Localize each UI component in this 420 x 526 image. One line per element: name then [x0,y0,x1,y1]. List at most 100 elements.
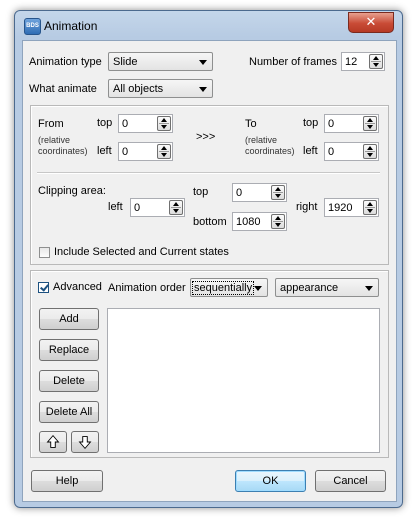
from-relative-label: (relative [38,135,71,145]
spin-buttons[interactable] [271,214,285,229]
help-button[interactable]: Help [31,470,103,492]
spin-up-icon[interactable] [173,202,179,206]
spin-buttons[interactable] [363,116,377,131]
from-coordinates-label: coordinates) [38,146,88,156]
advanced-panel: Advanced Animation order sequentially ap… [30,270,389,458]
spin-buttons[interactable] [157,144,171,159]
clip-right-label: right [296,201,318,213]
arrow-down-icon [78,436,92,450]
animation-type-select[interactable]: Slide [108,52,213,71]
replace-button[interactable]: Replace [39,339,99,361]
frames-value: 12 [345,56,358,68]
clip-right-value: 1920 [328,202,353,214]
clip-top-stepper[interactable]: 0 [232,183,287,202]
spin-down-icon[interactable] [161,153,167,157]
clip-top-label: top [193,186,209,198]
from-to-arrow-text: >>> [196,131,216,143]
spin-up-icon[interactable] [161,146,167,150]
clip-bottom-label: bottom [193,216,227,228]
move-down-button[interactable] [71,431,99,453]
chevron-down-icon [199,87,207,92]
to-top-value: 0 [328,118,335,130]
clip-right-stepper[interactable]: 1920 [324,198,379,217]
spin-down-icon[interactable] [275,223,281,227]
app-icon: BDS [24,18,41,35]
cancel-button[interactable]: Cancel [315,470,386,492]
spin-buttons[interactable] [363,144,377,159]
spin-buttons[interactable] [157,116,171,131]
include-states-checkbox[interactable] [39,247,50,258]
what-animate-label: What animate [29,83,97,95]
from-top-value: 0 [122,118,129,130]
delete-all-button[interactable]: Delete All [39,401,99,423]
spin-buttons[interactable] [169,200,183,215]
add-button[interactable]: Add [39,308,99,330]
advanced-label[interactable]: Advanced [53,281,102,293]
clip-bottom-stepper[interactable]: 1080 [232,212,287,231]
to-label: To [245,118,257,130]
clip-top-value: 0 [236,187,243,199]
to-relative-label: (relative [245,135,278,145]
spin-up-icon[interactable] [161,118,167,122]
spin-down-icon[interactable] [373,63,379,67]
clip-bottom-value: 1080 [236,216,261,228]
to-left-value: 0 [328,146,335,158]
move-up-button[interactable] [39,431,67,453]
animation-order-value: sequentially [191,281,255,295]
chevron-down-icon [365,286,373,291]
from-left-label: left [97,145,112,157]
from-left-stepper[interactable]: 0 [118,142,173,161]
spin-down-icon[interactable] [367,209,373,213]
animation-dialog: BDS Animation ✕ Animation type Slide Num… [14,10,403,508]
from-top-label: top [97,117,113,129]
to-top-label: top [303,117,319,129]
spin-down-icon[interactable] [367,153,373,157]
spin-down-icon[interactable] [367,125,373,129]
spin-buttons[interactable] [271,185,285,200]
close-button[interactable]: ✕ [348,12,394,33]
chevron-down-icon [254,286,262,291]
delete-button[interactable]: Delete [39,370,99,392]
spin-down-icon[interactable] [161,125,167,129]
spin-down-icon[interactable] [275,194,281,198]
animation-type-label: Animation type [29,56,102,68]
dialog-client-area: Animation type Slide Number of frames 12… [22,40,397,502]
spin-down-icon[interactable] [173,209,179,213]
from-left-value: 0 [122,146,129,158]
animation-list[interactable] [107,308,380,453]
appearance-select[interactable]: appearance [275,278,379,297]
clipping-area-label: Clipping area: [38,185,106,197]
clip-left-value: 0 [134,202,141,214]
frames-stepper[interactable]: 12 [341,52,385,71]
from-top-stepper[interactable]: 0 [118,114,173,133]
chevron-down-icon [199,60,207,65]
clip-left-label: left [108,201,123,213]
animation-type-value: Slide [113,56,138,68]
what-animate-value: All objects [113,83,164,95]
spin-up-icon[interactable] [275,187,281,191]
spin-buttons[interactable] [363,200,377,215]
spin-buttons[interactable] [369,54,383,69]
to-left-stepper[interactable]: 0 [324,142,379,161]
appearance-value: appearance [280,282,339,294]
what-animate-select[interactable]: All objects [108,79,213,98]
animation-order-select[interactable]: sequentially [190,278,268,297]
spin-up-icon[interactable] [275,216,281,220]
arrow-up-icon [46,434,60,448]
animation-order-label: Animation order [108,282,186,294]
frames-label: Number of frames [249,56,338,68]
to-top-stepper[interactable]: 0 [324,114,379,133]
position-panel: From (relative coordinates) top 0 left 0… [30,105,389,265]
spin-up-icon[interactable] [367,202,373,206]
spin-up-icon[interactable] [367,118,373,122]
spin-up-icon[interactable] [367,146,373,150]
spin-up-icon[interactable] [373,56,379,60]
to-coordinates-label: coordinates) [245,146,295,156]
advanced-checkbox[interactable] [38,282,49,293]
divider [37,172,380,174]
include-states-label[interactable]: Include Selected and Current states [54,246,229,258]
dialog-title: Animation [44,19,98,33]
ok-button[interactable]: OK [235,470,306,492]
clip-left-stepper[interactable]: 0 [130,198,185,217]
to-left-label: left [303,145,318,157]
